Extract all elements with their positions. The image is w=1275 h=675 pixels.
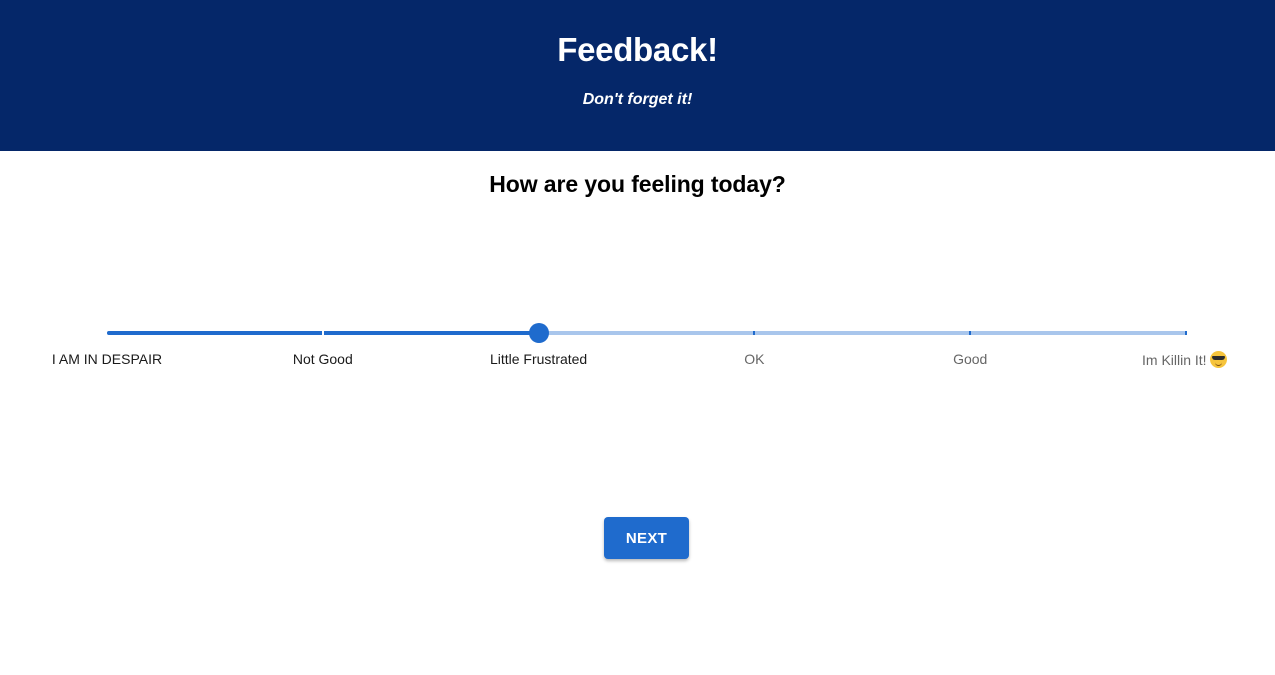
slider-label-ok[interactable]: OK: [744, 351, 764, 367]
slider-mark: [753, 331, 756, 335]
feeling-slider[interactable]: [107, 319, 1187, 347]
next-button[interactable]: NEXT: [604, 517, 689, 559]
slider-label-killin-it: Im Killin It!: [1142, 352, 1207, 368]
slider-mark: [1185, 331, 1187, 335]
header-banner: Feedback! Don't forget it!: [0, 0, 1275, 151]
slider-label-not-good[interactable]: Not Good: [293, 351, 353, 367]
slider-label-good[interactable]: Good: [953, 351, 987, 367]
slider-label-little-frustrated[interactable]: Little Frustrated: [490, 351, 587, 367]
slider-label-despair[interactable]: I AM IN DESPAIR: [52, 351, 162, 367]
slider-mark: [321, 331, 324, 335]
smiling-face-with-sunglasses-icon: [1209, 351, 1227, 368]
page-title: Feedback!: [557, 31, 718, 68]
page-subtitle: Don't forget it!: [582, 91, 693, 108]
slider-mark: [969, 331, 972, 335]
slider-thumb[interactable]: [528, 323, 549, 343]
feeling-question: How are you feeling today?: [489, 171, 786, 197]
slider-label-killin-it-group[interactable]: Im Killin It!: [1142, 351, 1227, 368]
